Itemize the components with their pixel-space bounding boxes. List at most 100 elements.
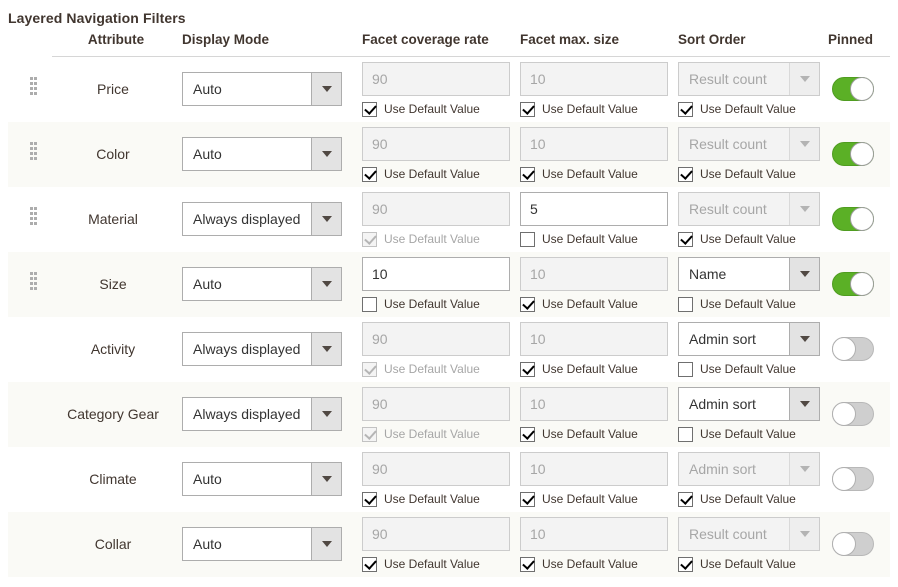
display-mode-select[interactable]: Auto bbox=[182, 462, 342, 496]
chevron-down-icon[interactable] bbox=[311, 138, 341, 170]
facet-coverage-rate-use-default-checkbox[interactable]: Use Default Value bbox=[362, 492, 510, 507]
sort-order-use-default-checkbox[interactable]: Use Default Value bbox=[678, 297, 826, 312]
chevron-down-icon[interactable] bbox=[311, 333, 341, 365]
facet-coverage-rate-use-default-checkbox-box[interactable] bbox=[362, 102, 377, 117]
drag-handle-icon[interactable] bbox=[30, 77, 39, 97]
sort-order-use-default-checkbox[interactable]: Use Default Value bbox=[678, 167, 826, 182]
sort-order-cell: Result countUse Default Value bbox=[674, 512, 822, 577]
facet-max-size-use-default-checkbox-box[interactable] bbox=[520, 427, 535, 442]
display-mode-select-value: Auto bbox=[183, 268, 311, 300]
drag-handle-icon[interactable] bbox=[30, 272, 39, 292]
facet-coverage-rate-use-default-checkbox-box[interactable] bbox=[362, 297, 377, 312]
facet-max-size-input bbox=[520, 322, 668, 356]
facet-coverage-rate-use-default-checkbox[interactable]: Use Default Value bbox=[362, 102, 510, 117]
facet-max-size-use-default-checkbox[interactable]: Use Default Value bbox=[520, 492, 668, 507]
display-mode-select[interactable]: Auto bbox=[182, 267, 342, 301]
chevron-down-icon bbox=[789, 453, 819, 485]
pinned-toggle[interactable] bbox=[832, 402, 874, 426]
sort-order-use-default-checkbox-box[interactable] bbox=[678, 297, 693, 312]
sort-order-use-default-checkbox[interactable]: Use Default Value bbox=[678, 102, 826, 117]
chevron-down-icon[interactable] bbox=[789, 323, 819, 355]
facet-coverage-rate-input[interactable] bbox=[362, 257, 510, 291]
sort-order-select[interactable]: Admin sort bbox=[678, 322, 820, 356]
facet-max-size-use-default-checkbox[interactable]: Use Default Value bbox=[520, 427, 668, 442]
facet-max-size-use-default-checkbox-box[interactable] bbox=[520, 102, 535, 117]
facet-max-size-use-default-checkbox-box[interactable] bbox=[520, 557, 535, 572]
table-row: SizeAuto Use Default Value Use Default Val… bbox=[8, 252, 890, 317]
pinned-toggle[interactable] bbox=[832, 467, 874, 491]
chevron-down-icon[interactable] bbox=[311, 73, 341, 105]
facet-max-size-cell: Use Default Value bbox=[516, 317, 674, 382]
facet-coverage-rate-use-default-checkbox[interactable]: Use Default Value bbox=[362, 557, 510, 572]
facet-coverage-rate-use-default-checkbox[interactable]: Use Default Value bbox=[362, 167, 510, 182]
facet-coverage-rate-use-default-checkbox-box bbox=[362, 427, 377, 442]
pinned-toggle[interactable] bbox=[832, 532, 874, 556]
sort-order-use-default-checkbox[interactable]: Use Default Value bbox=[678, 232, 826, 247]
drag-handle-icon[interactable] bbox=[30, 142, 39, 162]
facet-max-size-use-default-checkbox-box[interactable] bbox=[520, 362, 535, 377]
sort-order-use-default-checkbox-box[interactable] bbox=[678, 427, 693, 442]
chevron-down-icon[interactable] bbox=[311, 268, 341, 300]
facet-max-size-use-default-checkbox-label: Use Default Value bbox=[542, 297, 638, 311]
facet-max-size-use-default-checkbox[interactable]: Use Default Value bbox=[520, 297, 668, 312]
facet-max-size-use-default-checkbox-box[interactable] bbox=[520, 232, 535, 247]
sort-order-use-default-checkbox[interactable]: Use Default Value bbox=[678, 427, 826, 442]
pinned-cell bbox=[822, 187, 890, 252]
facet-max-size-use-default-checkbox[interactable]: Use Default Value bbox=[520, 232, 668, 247]
sort-order-use-default-checkbox-box[interactable] bbox=[678, 557, 693, 572]
display-mode-select[interactable]: Always displayed bbox=[182, 397, 342, 431]
sort-order-cell: Result countUse Default Value bbox=[674, 187, 822, 252]
pinned-toggle[interactable] bbox=[832, 77, 874, 101]
sort-order-use-default-checkbox[interactable]: Use Default Value bbox=[678, 492, 826, 507]
facet-coverage-rate-use-default-checkbox-box[interactable] bbox=[362, 492, 377, 507]
facet-coverage-rate-use-default-checkbox-box[interactable] bbox=[362, 167, 377, 182]
column-header-facet-coverage-rate: Facet coverage rate bbox=[358, 26, 516, 57]
table-header-row: Attribute Display Mode Facet coverage ra… bbox=[8, 26, 890, 57]
pinned-toggle[interactable] bbox=[832, 337, 874, 361]
sort-order-use-default-checkbox-box[interactable] bbox=[678, 102, 693, 117]
sort-order-use-default-checkbox-box[interactable] bbox=[678, 232, 693, 247]
pinned-toggle[interactable] bbox=[832, 272, 874, 296]
sort-order-use-default-checkbox-label: Use Default Value bbox=[700, 102, 796, 116]
display-mode-select[interactable]: Auto bbox=[182, 72, 342, 106]
table-row: PriceAutoUse Default ValueUse Default Va… bbox=[8, 57, 890, 122]
sort-order-use-default-checkbox[interactable]: Use Default Value bbox=[678, 557, 826, 572]
sort-order-use-default-checkbox-box[interactable] bbox=[678, 492, 693, 507]
sort-order-select-value: Result count bbox=[679, 193, 789, 225]
sort-order-select[interactable]: Name bbox=[678, 257, 820, 291]
facet-coverage-rate-use-default-checkbox-box[interactable] bbox=[362, 557, 377, 572]
facet-max-size-input[interactable] bbox=[520, 192, 668, 226]
facet-max-size-use-default-checkbox-box[interactable] bbox=[520, 492, 535, 507]
sort-order-use-default-checkbox-box[interactable] bbox=[678, 362, 693, 377]
chevron-down-icon[interactable] bbox=[789, 388, 819, 420]
display-mode-select[interactable]: Always displayed bbox=[182, 332, 342, 366]
pinned-toggle-knob bbox=[832, 467, 856, 491]
chevron-down-icon[interactable] bbox=[311, 203, 341, 235]
chevron-down-icon[interactable] bbox=[789, 258, 819, 290]
facet-max-size-cell: Use Default Value bbox=[516, 252, 674, 317]
facet-max-size-use-default-checkbox-box[interactable] bbox=[520, 167, 535, 182]
facet-max-size-use-default-checkbox[interactable]: Use Default Value bbox=[520, 362, 668, 377]
pinned-toggle-knob bbox=[832, 337, 856, 361]
display-mode-select[interactable]: Auto bbox=[182, 137, 342, 171]
sort-order-select[interactable]: Admin sort bbox=[678, 387, 820, 421]
display-mode-select[interactable]: Auto bbox=[182, 527, 342, 561]
chevron-down-icon[interactable] bbox=[311, 463, 341, 495]
layered-navigation-filters-page: Layered Navigation Filters Attribute Dis… bbox=[0, 0, 898, 587]
display-mode-select[interactable]: Always displayed bbox=[182, 202, 342, 236]
sort-order-use-default-checkbox-box[interactable] bbox=[678, 167, 693, 182]
chevron-down-icon[interactable] bbox=[311, 398, 341, 430]
pinned-toggle[interactable] bbox=[832, 142, 874, 166]
sort-order-use-default-checkbox[interactable]: Use Default Value bbox=[678, 362, 826, 377]
display-mode-cell: Auto bbox=[180, 447, 358, 512]
facet-max-size-use-default-checkbox[interactable]: Use Default Value bbox=[520, 167, 668, 182]
facet-max-size-use-default-checkbox-box[interactable] bbox=[520, 297, 535, 312]
column-header-facet-max-size: Facet max. size bbox=[516, 26, 674, 57]
attribute-name: Size bbox=[52, 252, 180, 317]
facet-max-size-use-default-checkbox[interactable]: Use Default Value bbox=[520, 557, 668, 572]
chevron-down-icon[interactable] bbox=[311, 528, 341, 560]
pinned-toggle[interactable] bbox=[832, 207, 874, 231]
drag-handle-icon[interactable] bbox=[30, 207, 39, 227]
facet-coverage-rate-use-default-checkbox[interactable]: Use Default Value bbox=[362, 297, 510, 312]
facet-max-size-use-default-checkbox[interactable]: Use Default Value bbox=[520, 102, 668, 117]
